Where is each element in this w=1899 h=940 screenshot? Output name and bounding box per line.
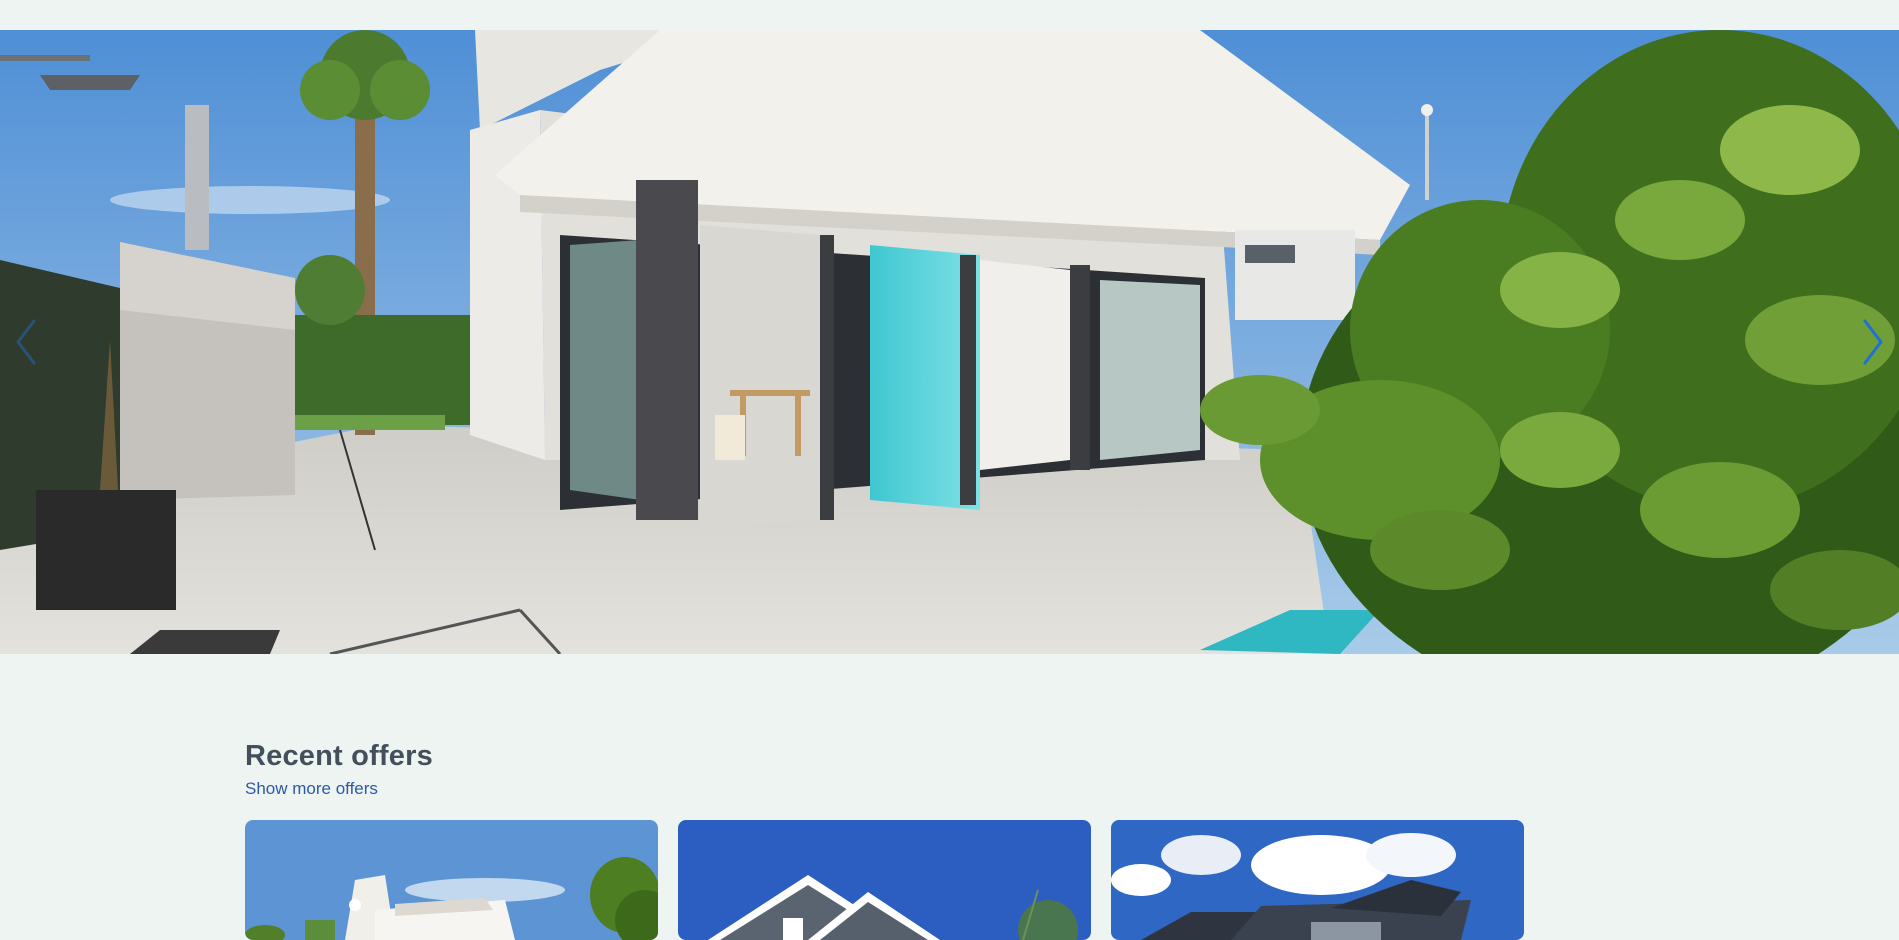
carousel-next-button[interactable] bbox=[1819, 30, 1899, 654]
chevron-left-icon bbox=[16, 319, 36, 365]
show-more-offers-link[interactable]: Show more offers bbox=[245, 778, 378, 800]
recent-offers-heading: Recent offers bbox=[245, 740, 433, 772]
offer-card-2[interactable] bbox=[678, 820, 1091, 940]
offer-image-dark-house bbox=[1111, 820, 1524, 940]
offer-card-1[interactable] bbox=[245, 820, 658, 940]
recent-offers-section: Recent offers Show more offers bbox=[245, 736, 1524, 940]
chevron-right-icon bbox=[1863, 319, 1883, 365]
hero-villa-photo bbox=[0, 30, 1899, 654]
offer-image-modern-villa bbox=[245, 820, 658, 940]
carousel-prev-button[interactable] bbox=[0, 30, 80, 654]
offer-card-3[interactable] bbox=[1111, 820, 1524, 940]
offer-image-gray-house bbox=[678, 820, 1091, 940]
offer-cards bbox=[245, 820, 1524, 940]
hero-carousel bbox=[0, 30, 1899, 654]
